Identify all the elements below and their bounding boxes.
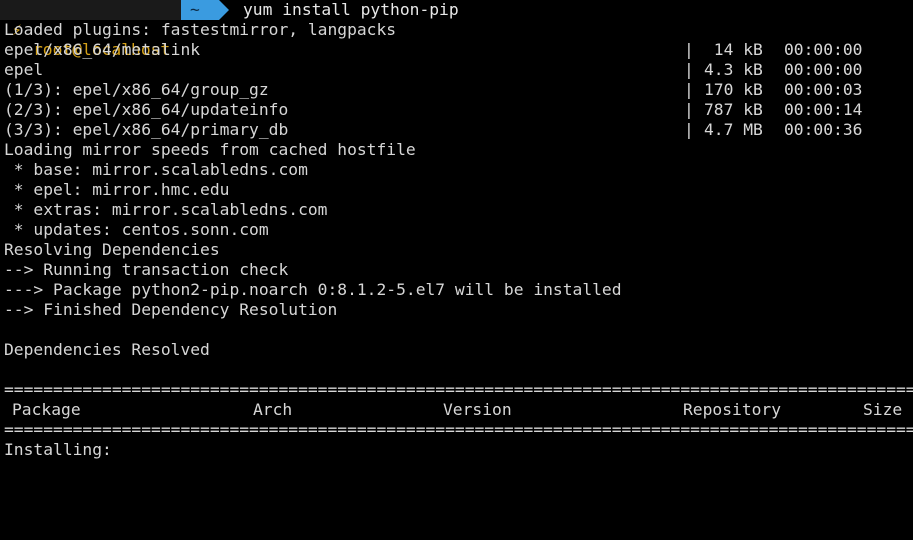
repo-separator: | — [684, 40, 694, 59]
output-line: --> Running transaction check — [4, 260, 289, 279]
output-line: Installing: — [4, 440, 112, 459]
repo-name: epel — [4, 60, 44, 79]
output-line: ---> Package python2-pip.noarch 0:8.1.2-… — [4, 280, 622, 299]
repo-separator: | — [684, 120, 694, 139]
output-line: --> Finished Dependency Resolution — [4, 300, 338, 319]
repo-name: (2/3): epel/x86_64/updateinfo — [4, 100, 289, 119]
header-size: Size — [863, 400, 903, 419]
repo-download-line: epel/x86_64/metalink | 14 kB 00:00:00 — [4, 40, 862, 60]
powerline-arrow-icon — [219, 0, 229, 20]
repo-size: 14 kB — [704, 40, 763, 59]
repo-size: 4.7 MB — [704, 120, 763, 139]
repo-time: 00:00:14 — [784, 100, 863, 119]
header-repository: Repository — [683, 400, 782, 419]
repo-time: 00:00:03 — [784, 80, 863, 99]
repo-download-line: (3/3): epel/x86_64/primary_db | 4.7 MB 0… — [4, 120, 862, 140]
repo-size: 4.3 kB — [704, 60, 763, 79]
output-line: Dependencies Resolved — [4, 340, 210, 359]
terminal-window[interactable]: ⚡ root@localhost ~ yum install python-pi… — [0, 0, 913, 470]
table-rule: ========================================… — [4, 420, 913, 439]
shell-prompt: ⚡ root@localhost ~ yum install python-pi… — [0, 0, 913, 59]
output-line: Resolving Dependencies — [4, 240, 220, 259]
repo-size: 787 kB — [704, 100, 763, 119]
typed-command: yum install python-pip — [243, 0, 459, 19]
repo-time: 00:00:00 — [784, 60, 863, 79]
mirror-line: * epel: mirror.hmc.edu — [4, 180, 230, 199]
repo-time: 00:00:00 — [784, 40, 863, 59]
repo-size: 170 kB — [704, 80, 763, 99]
repo-separator: | — [684, 60, 694, 79]
prompt-directory: ~ — [190, 0, 200, 19]
header-version: Version — [443, 400, 512, 419]
prompt-directory-segment: ~ — [181, 0, 219, 20]
table-rule: ========================================… — [4, 380, 913, 399]
header-package: Package — [12, 400, 81, 419]
repo-download-line: (1/3): epel/x86_64/group_gz | 170 kB 00:… — [4, 80, 862, 100]
mirror-line: * extras: mirror.scalabledns.com — [4, 200, 328, 219]
repo-name: (1/3): epel/x86_64/group_gz — [4, 80, 269, 99]
repo-download-line: (2/3): epel/x86_64/updateinfo | 787 kB 0… — [4, 100, 862, 120]
mirror-line: * base: mirror.scalabledns.com — [4, 160, 308, 179]
mirror-line: * updates: centos.sonn.com — [4, 220, 269, 239]
output-line: Loaded plugins: fastestmirror, langpacks — [4, 20, 397, 39]
repo-download-line: epel | 4.3 kB 00:00:00 — [4, 60, 862, 80]
prompt-user-segment: ⚡ root@localhost — [0, 0, 181, 59]
output-line: Loading mirror speeds from cached hostfi… — [4, 140, 416, 159]
repo-name: (3/3): epel/x86_64/primary_db — [4, 120, 289, 139]
header-arch: Arch — [253, 400, 293, 419]
repo-time: 00:00:36 — [784, 120, 863, 139]
repo-name: epel/x86_64/metalink — [4, 40, 201, 59]
repo-separator: | — [684, 80, 694, 99]
repo-separator: | — [684, 100, 694, 119]
table-header-row: Package Arch Version Repository Size — [4, 400, 902, 420]
